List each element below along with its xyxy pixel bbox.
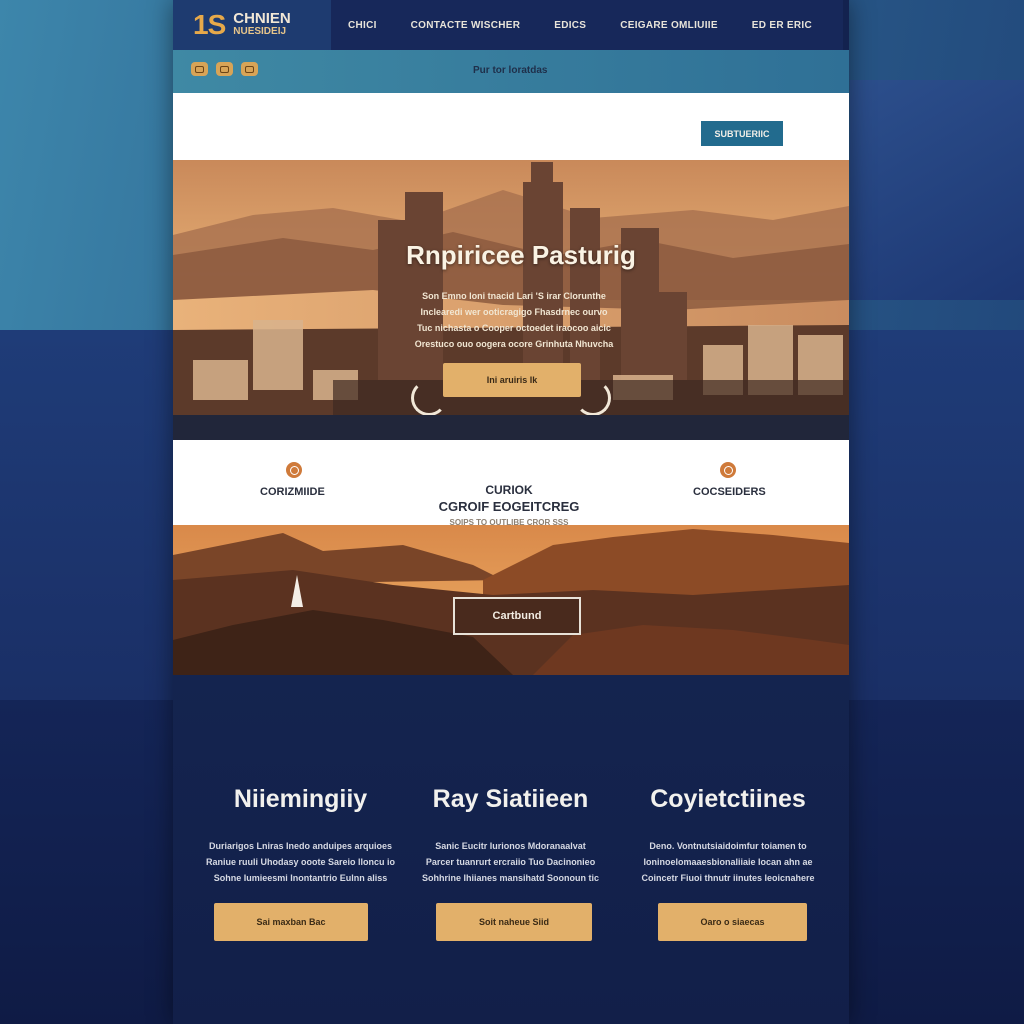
hero-title: Rnpiricee Pasturig [406,240,636,270]
column-2-button[interactable]: Soit naheue Siid [436,903,592,941]
top-nav: 1S CHNIEN NUESIDEIJ CHICI CONTACTE WISCH… [173,0,843,50]
column-1-button[interactable]: Sai maxban Bac [214,903,368,941]
column-3-body: Deno. Vontnutsiaidoimfur toiamen to Ioni… [641,841,815,883]
website-mockup: 1S CHNIEN NUESIDEIJ CHICI CONTACTE WISCH… [173,0,849,1024]
column-3: Coyietctiines Deno. Vontnutsiaidoimfur t… [623,785,833,886]
column-2-title: Ray Siatiieen [432,785,589,813]
column-3-title: Coyietctiines [650,785,806,813]
column-1-title: Niiemingiiy [233,785,368,813]
column-2: Ray Siatiieen Sanic Eucitr Iurionos Mdor… [408,785,613,886]
cart-icon[interactable] [216,62,233,76]
brand-tagline: NUESIDEIJ [233,26,287,37]
landscape-cta-button[interactable]: Cartbund [453,597,581,635]
column-2-body: Sanic Eucitr Iurionos Mdoranaalvat Parce… [421,841,600,883]
hero-body: Son Emno loni tnacid Lari 'S irar Clorun… [414,291,614,349]
nav-link-5[interactable]: ED ER ERIC [752,20,812,31]
feature-right-label[interactable]: COCSEIDERS [693,486,766,498]
mail-icon[interactable] [241,62,258,76]
feature-columns: Niiemingiiy Duriarigos Lniras Inedo andu… [173,675,849,1024]
nav-link-4[interactable]: CEIGARE OMLIUIIE [620,20,718,31]
bag-icon[interactable] [191,62,208,76]
nav-link-1[interactable]: CHICI [348,20,377,31]
utility-bar: Pur tor loratdas [173,50,849,93]
utility-text: Pur tor loratdas [473,65,548,76]
feature-center: CURIOK CGROIF EOGEITCREG SOIPS TO OUTLIB… [403,483,615,527]
hero-bottom-band [173,415,849,440]
decor-arc-right [575,380,611,416]
location-icon [286,462,302,478]
nav-link-3[interactable]: EDICS [554,20,586,31]
nav-links: CHICI CONTACTE WISCHER EDICS CEIGARE OML… [331,20,843,31]
feature-left-label[interactable]: CORIZMIIDE [260,486,325,498]
column-1: Niiemingiiy Duriarigos Lniras Inedo andu… [193,785,408,886]
subscribe-button[interactable]: SUBTUERIIC [701,121,783,146]
brand-mark: 1S [193,9,226,40]
decor-arc-left [411,380,447,416]
brand-logo[interactable]: 1S CHNIEN NUESIDEIJ [173,0,331,50]
background-band [850,80,1024,300]
hero-cta-button[interactable]: Ini aruiris Ik [443,363,581,397]
column-3-button[interactable]: Oaro o siaecas [658,903,807,941]
column-1-body: Duriarigos Lniras Inedo anduipes arquioe… [205,841,396,883]
feature-center-title: CURIOK [485,483,533,497]
features-strip: CORIZMIIDE CURIOK CGROIF EOGEITCREG SOIP… [173,440,849,536]
chat-icon [720,462,736,478]
header-strip: SUBTUERIIC [173,93,849,160]
brand-name: CHNIEN [233,10,291,27]
nav-link-2[interactable]: CONTACTE WISCHER [411,20,521,31]
feature-center-subtitle: CGROIF EOGEITCREG [438,499,580,514]
